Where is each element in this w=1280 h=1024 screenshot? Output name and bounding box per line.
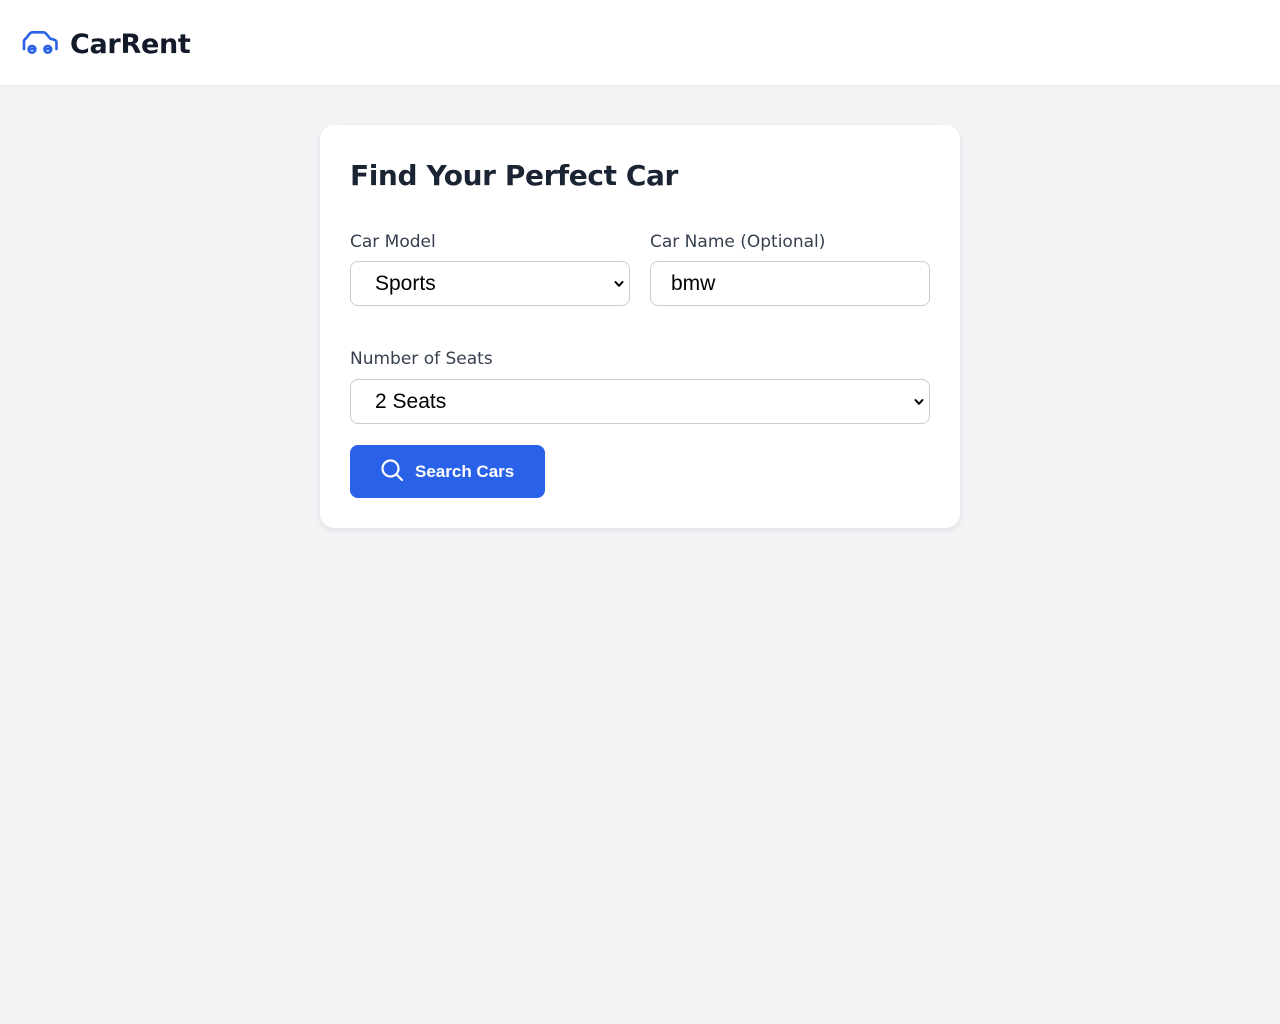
car-name-label: Car Name (Optional) bbox=[650, 232, 826, 252]
page-title: Find Your Perfect Car bbox=[350, 159, 678, 192]
search-cars-button[interactable]: Search Cars bbox=[350, 445, 545, 498]
seats-selected-value: 2 Seats bbox=[375, 389, 447, 413]
car-model-selected-value: Sports bbox=[375, 271, 436, 295]
car-name-input-value: bmw bbox=[671, 271, 716, 295]
car-name-input[interactable]: bmw bbox=[650, 261, 930, 306]
car-model-label: Car Model bbox=[350, 232, 436, 252]
search-icon bbox=[380, 458, 415, 486]
search-cars-button-label: Search Cars bbox=[415, 461, 515, 481]
top-navbar: CarRent bbox=[0, 0, 1280, 86]
car-model-select[interactable]: Sports bbox=[350, 261, 630, 306]
seats-select[interactable]: 2 Seats bbox=[350, 379, 930, 424]
brand-logo[interactable]: CarRent bbox=[20, 27, 191, 61]
seats-label: Number of Seats bbox=[350, 349, 493, 369]
brand-name: CarRent bbox=[70, 28, 191, 60]
search-card: Find Your Perfect Car Car Model Sports C… bbox=[320, 125, 960, 528]
car-icon bbox=[20, 27, 70, 61]
